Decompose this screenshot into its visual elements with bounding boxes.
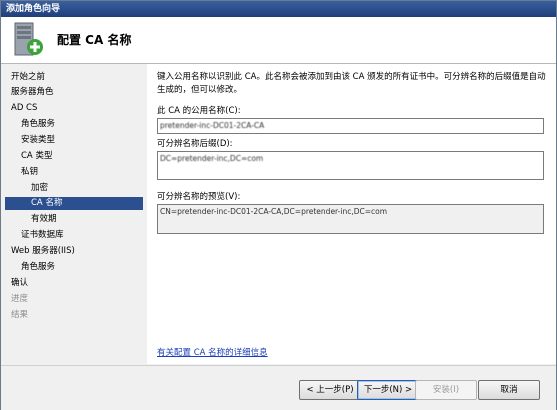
nav-item-ad-cs[interactable]: AD CS <box>11 102 37 115</box>
title-bar: 添加角色向导 <box>1 1 556 17</box>
wizard-header: 配置 CA 名称 <box>1 17 556 64</box>
nav-item-ca-type[interactable]: CA 类型 <box>21 150 52 163</box>
dn-suffix-label: 可分辨名称后缀(D): <box>157 139 233 149</box>
wizard-window: 添加角色向导 配置 CA 名称 开始之前 服务器角色 AD CS 角色服务 安装… <box>0 0 557 410</box>
dn-preview-value: CN=pretender-inc-DC01-2CA-CA,DC=pretende… <box>160 207 388 216</box>
common-name-label: 此 CA 的公用名称(C): <box>157 106 241 116</box>
page-description: 键入公用名称以识别此 CA。此名称会被添加到由该 CA 颁发的所有证书中。可分辨… <box>157 72 546 95</box>
window-title: 添加角色向导 <box>6 4 61 14</box>
nav-item-web-server-iis[interactable]: Web 服务器(IIS) <box>11 245 75 258</box>
nav-item-progress: 进度 <box>11 294 29 304</box>
nav-item-cryptography[interactable]: 加密 <box>31 182 48 195</box>
nav-item-ca-name[interactable]: CA 名称 <box>5 197 143 210</box>
dn-preview-label: 可分辨名称的预览(V): <box>157 192 241 202</box>
nav-item-validity-period[interactable]: 有效期 <box>31 213 57 226</box>
wizard-footer: < 上一步(P) 下一步(N) > 安装(I) 取消 <box>1 365 556 410</box>
previous-button[interactable]: < 上一步(P) <box>299 380 361 400</box>
common-name-input[interactable]: pretender-inc-DC01-2CA-CA <box>157 118 544 134</box>
content-panel: 键入公用名称以识别此 CA。此名称会被添加到由该 CA 颁发的所有证书中。可分辨… <box>147 64 556 364</box>
dn-suffix-input[interactable]: DC=pretender-inc,DC=com <box>157 151 544 180</box>
nav-item-private-key[interactable]: 私钥 <box>21 166 38 179</box>
nav-item-setup-type[interactable]: 安装类型 <box>21 134 55 147</box>
next-button[interactable]: 下一步(N) > <box>357 380 419 400</box>
page-title: 配置 CA 名称 <box>57 33 132 47</box>
wizard-steps-nav: 开始之前 服务器角色 AD CS 角色服务 安装类型 CA 类型 私钥 加密 C… <box>1 64 147 409</box>
nav-item-role-services[interactable]: 角色服务 <box>21 118 55 131</box>
dn-suffix-value: DC=pretender-inc,DC=com <box>160 154 264 163</box>
install-button: 安装(I) <box>415 380 477 400</box>
dn-preview-field: CN=pretender-inc-DC01-2CA-CA,DC=pretende… <box>157 204 544 234</box>
cancel-button[interactable]: 取消 <box>478 380 540 400</box>
ca-name-help-link[interactable]: 有关配置 CA 名称的详细信息 <box>157 346 268 358</box>
common-name-value: pretender-inc-DC01-2CA-CA <box>160 121 265 130</box>
nav-item-confirmation[interactable]: 确认 <box>11 277 28 290</box>
nav-item-results: 结果 <box>11 310 29 320</box>
nav-item-iis-role-services[interactable]: 角色服务 <box>21 261 55 274</box>
nav-item-server-roles[interactable]: 服务器角色 <box>11 86 54 99</box>
nav-item-before-you-begin[interactable]: 开始之前 <box>11 71 45 84</box>
server-role-add-icon <box>14 22 43 56</box>
nav-item-certificate-database[interactable]: 证书数据库 <box>21 229 64 242</box>
